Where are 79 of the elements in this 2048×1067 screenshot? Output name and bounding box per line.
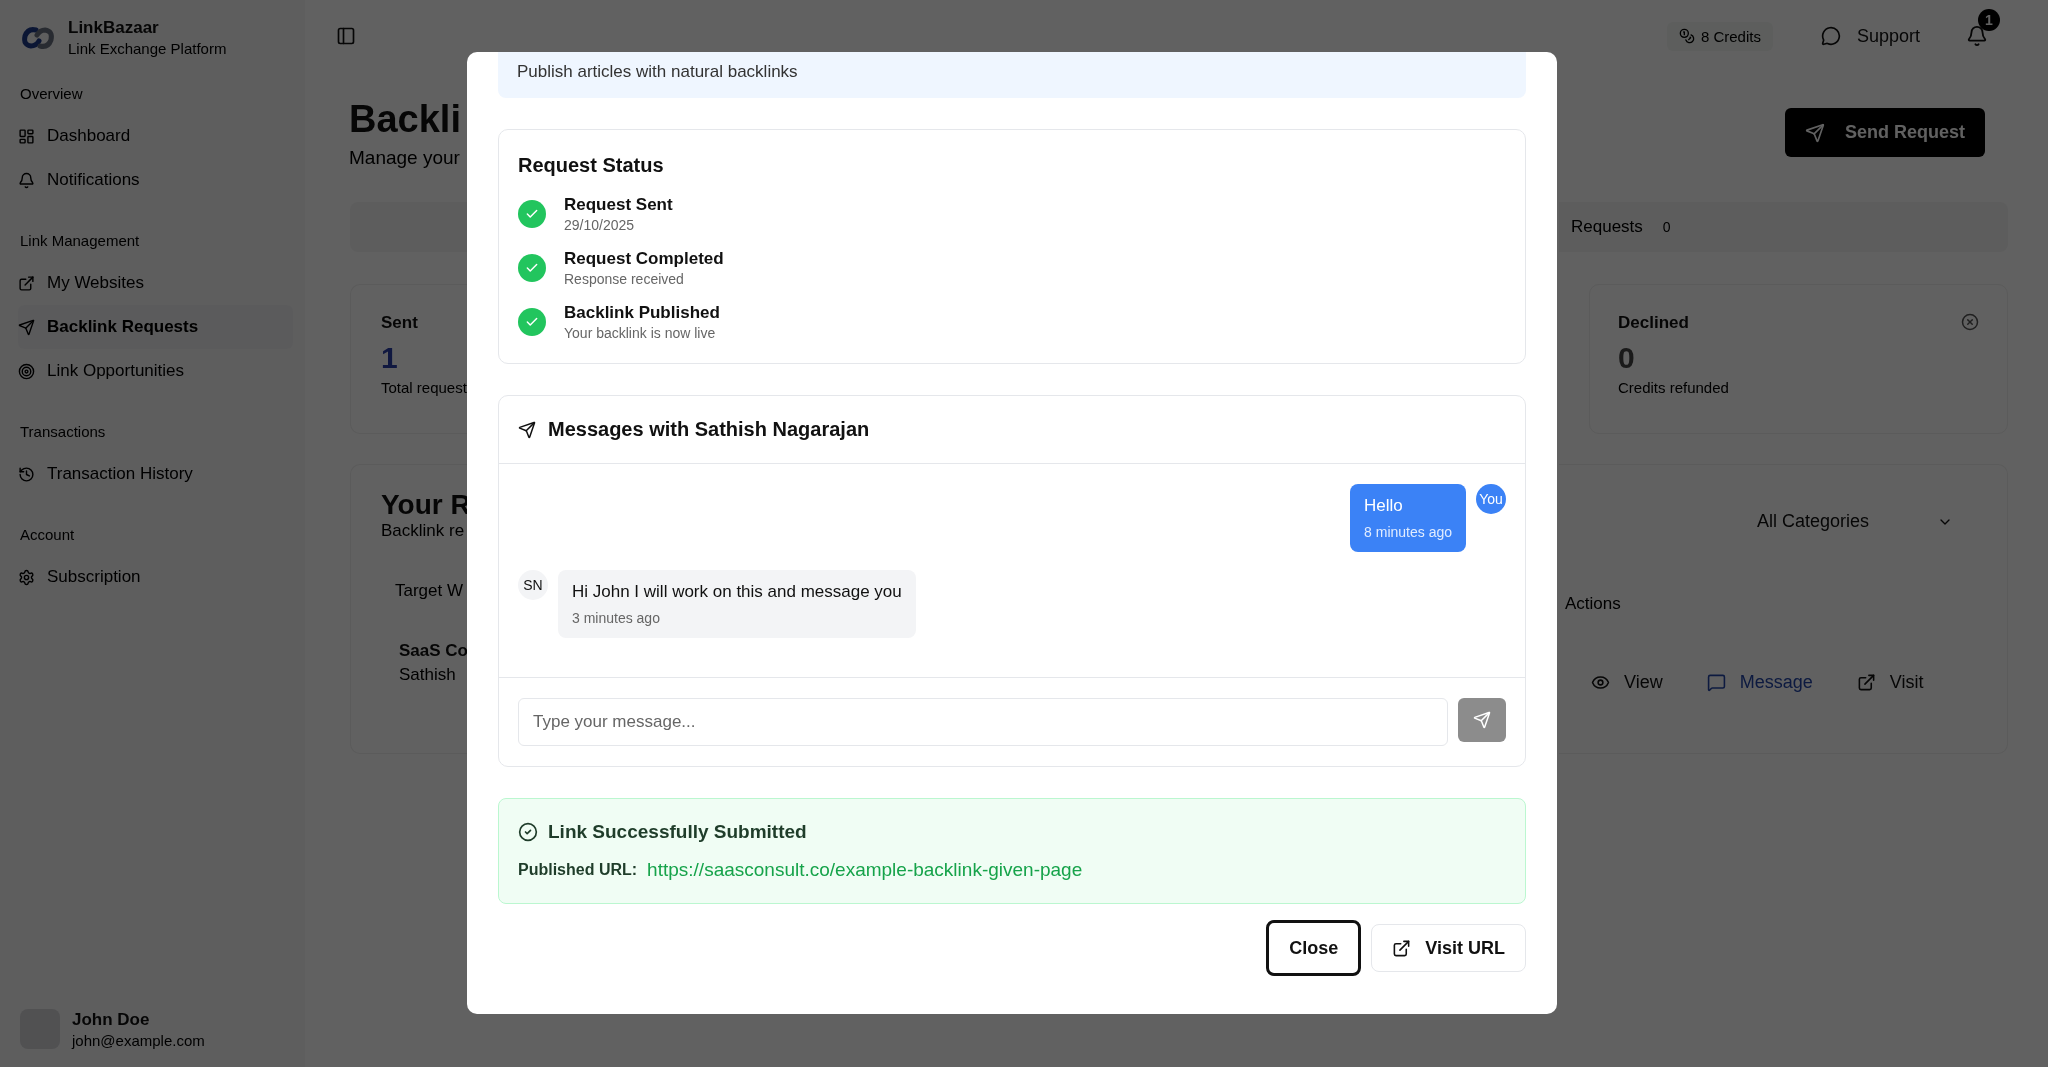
nav-icon	[18, 318, 35, 336]
sidebar-item[interactable]: Notifications	[18, 158, 293, 202]
check-circle-icon	[518, 822, 538, 842]
step-detail: Response received	[564, 271, 685, 287]
column-header: Actions	[1565, 594, 1622, 614]
section-label: Overview	[20, 85, 84, 102]
send-button[interactable]	[1458, 698, 1506, 742]
step-detail: Your backlink is now live	[564, 325, 717, 341]
chat-bubble-icon	[1820, 26, 1841, 46]
avatar-initials: You	[1476, 484, 1506, 514]
url-label: Published URL:	[518, 861, 638, 879]
step-title: Request Sent	[564, 195, 673, 215]
stat-value: 1	[381, 341, 399, 375]
support-button[interactable]: Support	[1808, 19, 1932, 53]
credits-text: 8 Credits	[1700, 27, 1761, 45]
avatar-initials: SN	[518, 570, 548, 600]
coins-icon	[1678, 28, 1695, 44]
message-input[interactable]: Type your message...	[518, 698, 1448, 746]
nav-icon	[18, 274, 35, 292]
page-title: Backli	[349, 98, 462, 141]
sidebar-item[interactable]: Transaction History	[18, 452, 293, 496]
step-title: Backlink Published	[564, 303, 720, 323]
section-label: Account	[20, 526, 76, 543]
tab-count: 0	[1662, 219, 1671, 235]
message-text: Hi John I will work on this and message you	[572, 582, 902, 602]
owner-name: Sathish	[398, 665, 457, 685]
user-email: john@example.com	[72, 1031, 205, 1049]
step-title: Request Completed	[564, 249, 724, 269]
nav-icon	[18, 362, 35, 380]
action-button[interactable]: View	[1577, 666, 1677, 699]
stat-caption: Credits refunded	[1618, 379, 1730, 396]
send-icon	[1804, 122, 1825, 143]
published-url-link[interactable]: https://saasconsult.co/example-backlink-given-page	[647, 859, 1083, 881]
success-title: Link Successfully Submitted	[548, 821, 807, 843]
sidebar-item[interactable]: My Websites	[18, 261, 293, 305]
page-subtitle: Manage your	[349, 147, 461, 169]
sidebar-toggle-icon[interactable]	[336, 26, 356, 46]
card-title: Messages with Sathish Nagarajan	[548, 418, 870, 441]
send-icon	[518, 420, 536, 439]
site-name: SaaS Co	[398, 641, 467, 661]
notifications-icon[interactable]	[1966, 25, 1988, 47]
tab[interactable]: Requests	[1571, 217, 1643, 237]
message-time: 3 minutes ago	[572, 610, 661, 626]
nav-icon	[18, 465, 35, 483]
notification-count: 1	[1978, 9, 2000, 31]
stat-label: Sent	[381, 313, 419, 333]
action-button[interactable]: Message	[1692, 666, 1827, 699]
nav-icon	[18, 568, 35, 586]
nav-icon	[18, 171, 35, 189]
eye-icon	[1591, 673, 1610, 692]
stat-label: Declined	[1618, 313, 1689, 333]
card-subtitle: Backlink re	[381, 521, 466, 541]
brand-name: LinkBazaar	[68, 18, 160, 38]
sidebar-item[interactable]: Subscription	[18, 555, 293, 599]
x-circle-icon	[1961, 313, 1979, 331]
category-select[interactable]: All Categories	[1745, 505, 1965, 538]
send-request-button[interactable]: Send Request	[1784, 108, 1985, 157]
nav-icon	[18, 127, 35, 145]
action-button[interactable]: Visit	[1842, 666, 1938, 699]
user-name: John Doe	[72, 1009, 151, 1030]
message-text: Hello	[1364, 496, 1404, 516]
step-detail: 29/10/2025	[564, 217, 636, 233]
close-button[interactable]: Close	[1266, 920, 1362, 976]
column-header: Target W	[394, 581, 465, 601]
card-title: Request Status	[517, 153, 665, 178]
external-link-icon	[1392, 938, 1412, 958]
section-label: Link Management	[20, 232, 141, 249]
send-icon	[1473, 711, 1491, 729]
brand-tagline: Link Exchange Platform	[68, 40, 227, 57]
message-time: 8 minutes ago	[1364, 524, 1452, 540]
stat-caption: Total request	[381, 379, 467, 396]
speech-bubble-icon	[1706, 673, 1726, 692]
description-text: Publish articles with natural backlinks	[498, 52, 1526, 98]
stat-value: 0	[1618, 341, 1636, 375]
visit-url-button[interactable]: Visit URL	[1371, 924, 1526, 972]
sidebar-item[interactable]: Dashboard	[18, 114, 293, 158]
external-link-icon	[1856, 673, 1876, 692]
section-label: Transactions	[20, 423, 107, 440]
sidebar-item[interactable]: Link Opportunities	[18, 349, 293, 393]
